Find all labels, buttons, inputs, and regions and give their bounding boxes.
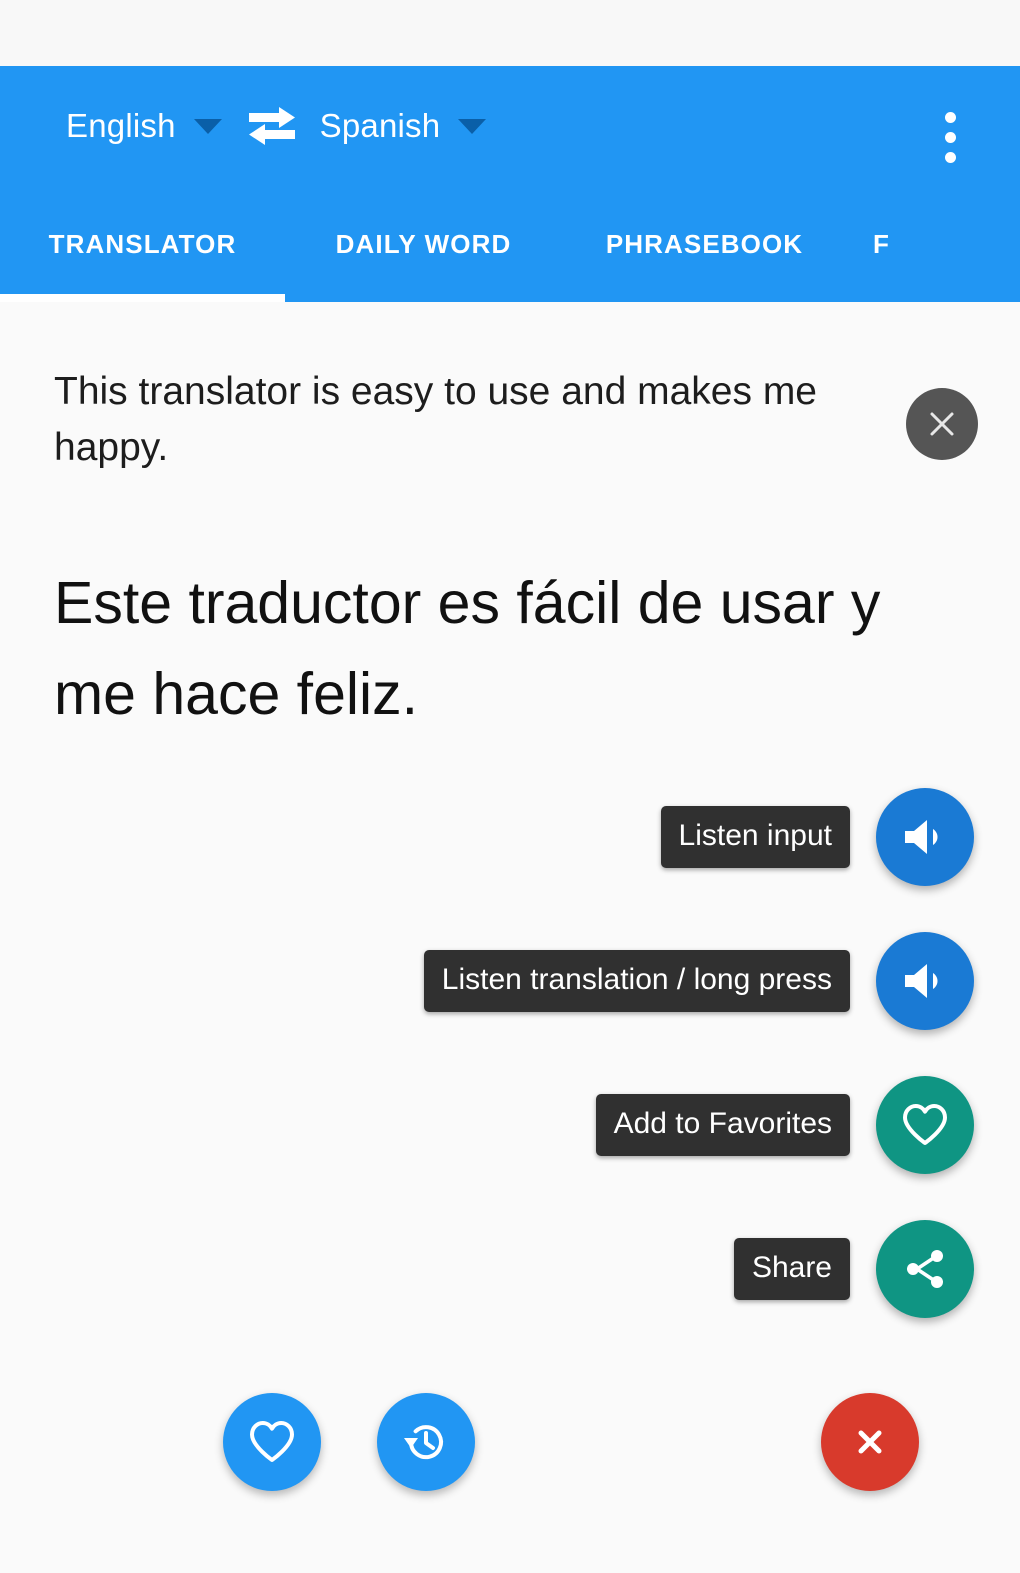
speed-dial-label-share: Share [733, 1238, 850, 1300]
source-language-dropdown[interactable]: English [62, 101, 226, 151]
tab-daily-word[interactable]: DAILY WORD [285, 186, 562, 302]
bottom-action-bar [0, 1378, 1020, 1573]
add-to-favorites-button[interactable] [876, 1076, 974, 1174]
tab-phrasebook[interactable]: PHRASEBOOK [562, 186, 847, 302]
swap-horizontal-icon[interactable] [244, 103, 300, 149]
speed-dial-label-add-to-favorites: Add to Favorites [595, 1094, 850, 1156]
language-selector-row: English Spanish [0, 66, 1020, 186]
overflow-dot [944, 131, 956, 143]
chevron-down-icon [193, 118, 222, 134]
tab-phrasebook-label: PHRASEBOOK [605, 228, 804, 259]
status-bar-strip [0, 0, 1020, 66]
overflow-dot [944, 111, 956, 123]
source-text: This translator is easy to use and makes… [54, 370, 817, 469]
heart-outline-icon [903, 1104, 947, 1145]
tab-bar: TRANSLATOR DAILY WORD PHRASEBOOK F [0, 186, 1020, 302]
speed-dial-add-to-favorites: Add to Favorites [595, 1076, 974, 1174]
volume-up-icon [905, 964, 938, 998]
speed-dial-listen-translation: Listen translation / long press [423, 932, 974, 1030]
heart-outline-icon [250, 1421, 294, 1462]
listen-input-button[interactable] [876, 788, 974, 886]
chevron-down-icon [458, 118, 487, 134]
favorites-button[interactable] [223, 1393, 321, 1491]
translator-content: This translator is easy to use and makes… [0, 302, 1020, 1573]
tab-translator[interactable]: TRANSLATOR [0, 186, 285, 302]
app-bar: English Spanish TRANSLATOR DAILY WORD PH… [0, 66, 1020, 302]
share-icon [907, 1250, 943, 1288]
speed-dial-listen-input: Listen input [660, 788, 974, 886]
close-icon [858, 1430, 882, 1454]
overflow-dot [944, 151, 956, 163]
speed-dial-share: Share [733, 1220, 974, 1318]
volume-up-icon [905, 820, 938, 854]
app-root: English Spanish TRANSLATOR DAILY WORD PH… [0, 0, 1020, 1573]
share-button[interactable] [876, 1220, 974, 1318]
close-icon [930, 412, 954, 436]
target-language-label: Spanish [319, 107, 441, 144]
overflow-menu-icon[interactable] [926, 102, 974, 172]
source-language-label: English [66, 107, 176, 144]
target-text: Este traductor es fácil de usar y me hac… [54, 570, 881, 727]
tab-favorites-label: F [873, 228, 890, 259]
tab-translator-label: TRANSLATOR [48, 228, 237, 259]
tab-favorites[interactable]: F [847, 186, 1020, 302]
speed-dial-label-listen-translation: Listen translation / long press [423, 950, 850, 1012]
speed-dial-label-listen-input: Listen input [660, 806, 850, 868]
target-language-dropdown[interactable]: Spanish [316, 101, 491, 151]
clear-text-button[interactable] [906, 388, 978, 460]
tab-daily-word-label: DAILY WORD [335, 228, 512, 259]
close-speed-dial-button[interactable] [821, 1393, 919, 1491]
listen-translation-button[interactable] [876, 932, 974, 1030]
history-icon [404, 1425, 443, 1460]
history-button[interactable] [377, 1393, 475, 1491]
